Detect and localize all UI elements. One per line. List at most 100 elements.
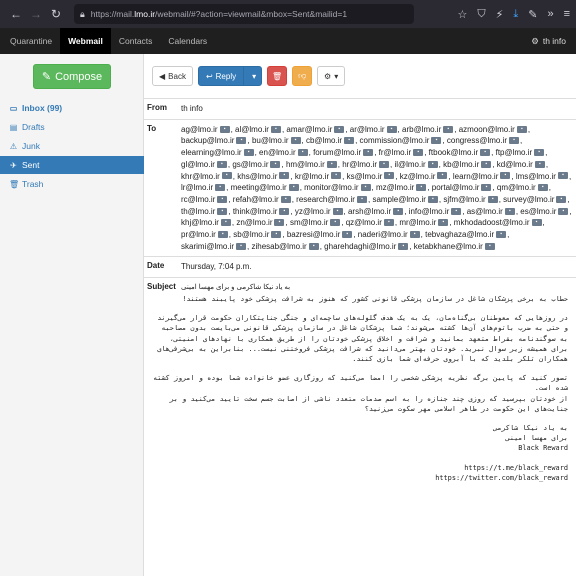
- recipient-address[interactable]: qz@lmo.ir ▪: [346, 218, 395, 227]
- shield-icon[interactable]: ⛉: [477, 8, 485, 21]
- contact-card-icon[interactable]: ▪: [531, 219, 542, 227]
- recipient-address[interactable]: ks@lmo.ir ▪: [347, 172, 396, 181]
- recipient-address[interactable]: zn@lmo.ir ▪: [236, 218, 285, 227]
- tab-calendars[interactable]: Calendars: [160, 28, 215, 54]
- recipient-address[interactable]: sb@lmo.ir ▪: [233, 230, 282, 239]
- contact-card-icon[interactable]: ▪: [216, 160, 227, 168]
- recipient-address[interactable]: cb@lmo.ir ▪: [306, 136, 355, 145]
- recipient-address[interactable]: portal@lmo.ir ▪: [432, 183, 493, 192]
- recipient-address[interactable]: bu@lmo.ir ▪: [252, 136, 302, 145]
- back-button[interactable]: ◀ Back: [152, 66, 193, 86]
- contact-card-icon[interactable]: ▪: [236, 137, 247, 145]
- options-button[interactable]: ⚙ ▾: [317, 66, 346, 86]
- recipient-address[interactable]: monitor@lmo.ir ▪: [304, 183, 371, 192]
- recipient-address[interactable]: commission@lmo.ir ▪: [360, 136, 443, 145]
- contact-card-icon[interactable]: ▪: [331, 172, 342, 180]
- recipient-address[interactable]: il@lmo.ir ▪: [394, 160, 438, 169]
- contact-card-icon[interactable]: ▪: [386, 125, 397, 133]
- contact-card-icon[interactable]: ▪: [481, 184, 492, 192]
- contact-card-icon[interactable]: ▪: [496, 230, 507, 238]
- recipient-address[interactable]: refah@lmo.ir ▪: [233, 195, 292, 204]
- sidebar-item-drafts[interactable]: ▤ Drafts: [0, 118, 144, 136]
- contact-card-icon[interactable]: ▪: [556, 195, 567, 203]
- download-icon[interactable]: ⤓: [513, 8, 518, 21]
- tab-webmail[interactable]: Webmail: [60, 28, 111, 54]
- contact-card-icon[interactable]: ▪: [557, 172, 568, 180]
- recipient-address[interactable]: tebvaghaza@lmo.ir ▪: [425, 230, 507, 239]
- contact-card-icon[interactable]: ▪: [280, 195, 291, 203]
- contact-card-icon[interactable]: ▪: [279, 172, 290, 180]
- recipient-address[interactable]: gs@lmo.ir ▪: [232, 160, 281, 169]
- recipient-address[interactable]: th@lmo.ir ▪: [181, 207, 228, 216]
- recipient-address[interactable]: mr@lmo.ir ▪: [399, 218, 449, 227]
- recipient-address[interactable]: ftp@lmo.ir ▪: [496, 148, 546, 157]
- contact-card-icon[interactable]: ▪: [516, 125, 527, 133]
- recipient-address[interactable]: lms@lmo.ir ▪: [516, 172, 569, 181]
- sidebar-item-trash[interactable]: 🗑︎ Trash: [0, 175, 144, 193]
- contact-card-icon[interactable]: ▪: [500, 172, 511, 180]
- recipient-address[interactable]: backup@lmo.ir ▪: [181, 136, 247, 145]
- user-menu[interactable]: ⚙ th info: [531, 28, 576, 54]
- sidebar-item-sent[interactable]: ✈ Sent: [0, 156, 144, 174]
- contact-card-icon[interactable]: ▪: [504, 207, 515, 215]
- recipient-address[interactable]: khj@lmo.ir ▪: [181, 218, 232, 227]
- contact-card-icon[interactable]: ▪: [427, 160, 438, 168]
- chevron-down-icon[interactable]: ▾: [247, 72, 261, 81]
- contact-card-icon[interactable]: ▪: [484, 242, 495, 250]
- bookmark-star-icon[interactable]: ☆: [458, 8, 468, 21]
- mark-junk-button[interactable]: 👎︎: [292, 66, 313, 86]
- contact-card-icon[interactable]: ▪: [219, 125, 230, 133]
- recipient-address[interactable]: research@lmo.ir ▪: [296, 195, 368, 204]
- contact-card-icon[interactable]: ▪: [438, 219, 449, 227]
- contact-card-icon[interactable]: ▪: [288, 184, 299, 192]
- contact-card-icon[interactable]: ▪: [274, 219, 285, 227]
- recipient-address[interactable]: ar@lmo.ir ▪: [350, 125, 398, 134]
- tab-contacts[interactable]: Contacts: [111, 28, 161, 54]
- recipient-address[interactable]: mkhodadoost@lmo.ir ▪: [454, 218, 543, 227]
- reload-icon[interactable]: ↻: [46, 7, 66, 21]
- recipient-address[interactable]: arb@lmo.ir ▪: [402, 125, 454, 134]
- contact-card-icon[interactable]: ▪: [416, 184, 427, 192]
- contact-card-icon[interactable]: ▪: [360, 184, 371, 192]
- recipient-address[interactable]: fr@lmo.ir ▪: [379, 148, 425, 157]
- recipient-address[interactable]: forum@lmo.ir ▪: [313, 148, 374, 157]
- contact-card-icon[interactable]: ▪: [334, 125, 345, 133]
- contact-card-icon[interactable]: ▪: [558, 207, 569, 215]
- contact-card-icon[interactable]: ▪: [383, 219, 394, 227]
- menu-icon[interactable]: ≡: [564, 8, 570, 21]
- recipient-address[interactable]: gl@lmo.ir ▪: [181, 160, 228, 169]
- back-arrow-icon[interactable]: ←: [6, 7, 26, 21]
- contact-card-icon[interactable]: ▪: [344, 137, 355, 145]
- contact-card-icon[interactable]: ▪: [326, 160, 337, 168]
- contact-card-icon[interactable]: ▪: [215, 184, 226, 192]
- recipient-address[interactable]: as@lmo.ir ▪: [467, 207, 516, 216]
- recipient-address[interactable]: naderi@lmo.ir ▪: [358, 230, 421, 239]
- contact-card-icon[interactable]: ▪: [290, 137, 301, 145]
- recipient-address[interactable]: info@lmo.ir ▪: [409, 207, 463, 216]
- contact-card-icon[interactable]: ▪: [398, 242, 409, 250]
- contact-card-icon[interactable]: ▪: [342, 230, 353, 238]
- contact-card-icon[interactable]: ▪: [243, 149, 254, 156]
- recipient-address[interactable]: meeting@lmo.ir ▪: [231, 183, 300, 192]
- forward-arrow-icon[interactable]: →: [26, 7, 46, 21]
- contact-card-icon[interactable]: ▪: [413, 149, 424, 156]
- recipient-address[interactable]: elearning@lmo.ir ▪: [181, 148, 255, 157]
- contact-card-icon[interactable]: ▪: [480, 149, 491, 156]
- recipient-address[interactable]: azmoon@lmo.ir ▪: [459, 125, 528, 134]
- contact-card-icon[interactable]: ▪: [270, 125, 281, 133]
- address-bar[interactable]: 🔒︎ https://mail. lmo.ir/webmail/#?action=…: [74, 4, 414, 24]
- recipient-address[interactable]: ketabkhane@lmo.ir ▪: [414, 242, 496, 251]
- contact-card-icon[interactable]: ▪: [220, 219, 231, 227]
- contact-card-icon[interactable]: ▪: [217, 195, 228, 203]
- contact-card-icon[interactable]: ▪: [308, 242, 319, 250]
- contact-card-icon[interactable]: ▪: [487, 195, 498, 203]
- recipient-address[interactable]: congress@lmo.ir ▪: [447, 136, 520, 145]
- contact-card-icon[interactable]: ▪: [451, 207, 462, 215]
- recipient-address[interactable]: ag@lmo.ir ▪: [181, 125, 231, 134]
- contact-card-icon[interactable]: ▪: [363, 149, 374, 156]
- recipient-address[interactable]: zihesab@lmo.ir ▪: [251, 242, 319, 251]
- contact-card-icon[interactable]: ▪: [534, 149, 545, 156]
- recipient-address[interactable]: kz@lmo.ir ▪: [400, 172, 449, 181]
- recipient-address[interactable]: rc@lmo.ir ▪: [181, 195, 228, 204]
- recipient-address[interactable]: skarimi@lmo.ir ▪: [181, 242, 247, 251]
